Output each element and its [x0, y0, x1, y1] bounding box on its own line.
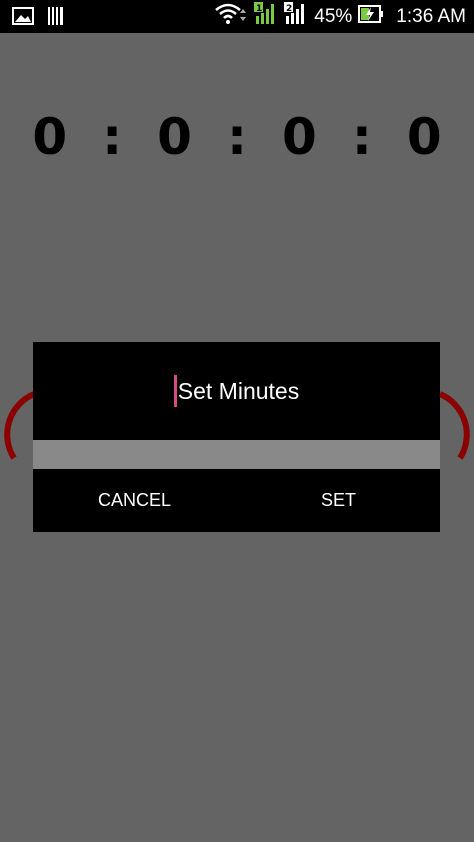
- barcode-icon: [48, 6, 64, 31]
- timer-digit-1: 0: [32, 108, 68, 166]
- timer-display: 0 : 0 : 0 : 0: [0, 108, 474, 166]
- signal-sim2-icon: 2: [284, 2, 308, 31]
- wifi-icon: [214, 2, 248, 31]
- dialog-divider: [33, 440, 440, 469]
- status-time: 1:36 AM: [396, 6, 466, 27]
- minutes-input-placeholder: Set Minutes: [177, 377, 300, 404]
- progress-ring-right: [438, 391, 470, 460]
- svg-text:1: 1: [256, 4, 262, 14]
- image-icon: [12, 7, 34, 30]
- timer-digit-2: 0: [157, 108, 192, 166]
- set-minutes-dialog: Set Minutes CANCEL SET: [33, 342, 440, 532]
- battery-charging-icon: [358, 4, 384, 29]
- svg-text:2: 2: [286, 4, 292, 14]
- timer-digit-3: 0: [282, 108, 317, 166]
- timer-separator: :: [351, 108, 372, 166]
- timer-digit-4: 0: [406, 108, 442, 166]
- timer-separator: :: [227, 108, 247, 166]
- signal-sim1-icon: 1: [254, 2, 278, 31]
- status-bar: 1 2 45% 1:36 AM: [0, 0, 474, 33]
- minutes-input[interactable]: Set Minutes: [33, 342, 440, 440]
- cancel-button[interactable]: CANCEL: [33, 469, 236, 532]
- timer-separator: :: [102, 108, 123, 166]
- battery-percent: 45%: [314, 6, 353, 27]
- set-button[interactable]: SET: [237, 469, 440, 532]
- text-caret: [173, 375, 177, 407]
